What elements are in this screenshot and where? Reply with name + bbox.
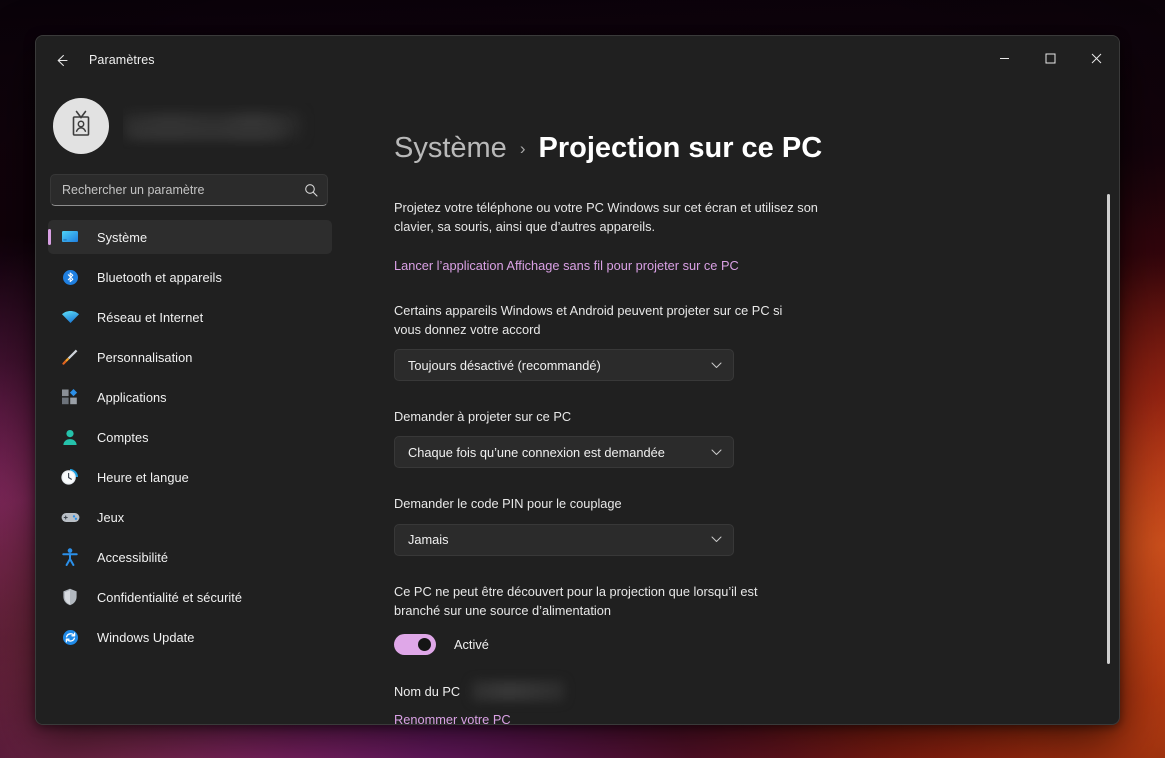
sidebar-item-confidentialite-et-securite[interactable]: Confidentialité et sécurité [48,580,332,614]
sidebar-item-comptes[interactable]: Comptes [48,420,332,454]
monitor-icon [60,228,80,246]
user-name-redacted [123,103,344,149]
sidebar-item-heure-et-langue[interactable]: Heure et langue [48,460,332,494]
maximize-button[interactable] [1027,36,1073,84]
sidebar-item-label: Heure et langue [97,469,189,485]
settings-window: Paramètres Rechercher un paramètre Systè… [35,35,1120,725]
wifi-icon [60,308,80,326]
sidebar-item-personnalisation[interactable]: Personnalisation [48,340,332,374]
sidebar-item-systeme[interactable]: Système [48,220,332,254]
chevron-down-icon [711,362,722,369]
pc-name-row: Nom du PC [394,681,864,701]
pc-name-label: Nom du PC [394,683,461,699]
sidebar-item-windows-update[interactable]: Windows Update [48,620,332,654]
close-icon [1091,51,1102,69]
window-title: Paramètres [89,53,155,67]
ask-to-project-dropdown[interactable]: Chaque fois qu’une connexion est demandé… [394,436,734,469]
page-description: Projetez votre téléphone ou votre PC Win… [394,200,818,235]
setting-power: Ce PC ne peut être découvert pour la pro… [394,582,864,655]
main-content: Système › Projection sur ce PC Projetez … [356,84,1119,724]
sidebar-item-label: Bluetooth et appareils [97,269,222,285]
search-container [50,174,328,206]
bluetooth-icon [60,268,80,286]
shield-icon [60,588,80,606]
page-title: Projection sur ce PC [538,132,823,164]
maximize-icon [1045,51,1056,69]
pc-name-value-redacted [472,681,565,701]
title-bar: Paramètres [36,36,1119,84]
setting-ask-to-project: Demander à projeter sur ce PC Chaque foi… [394,407,864,469]
breadcrumb-parent[interactable]: Système [394,132,507,165]
paintbrush-icon [60,348,80,366]
sidebar-nav: Système Bluetooth et appareils Réseau et… [48,220,344,660]
power-toggle-row: Activé [394,634,864,655]
sidebar-item-applications[interactable]: Applications [48,380,332,414]
sidebar-item-jeux[interactable]: Jeux [48,500,332,534]
power-toggle[interactable] [394,634,436,655]
search-input[interactable] [50,174,328,206]
sidebar-item-label: Accessibilité [97,549,169,565]
avatar [53,98,109,154]
consent-dropdown[interactable]: Toujours désactivé (recommandé) [394,349,734,382]
desktop: Paramètres Rechercher un paramètre Systè… [0,0,1165,758]
sidebar-item-label: Personnalisation [97,349,193,365]
toggle-state-label: Activé [454,637,489,652]
sidebar-item-reseau-et-internet[interactable]: Réseau et Internet [48,300,332,334]
minimize-icon [999,51,1010,69]
sidebar-item-label: Jeux [97,509,125,525]
dropdown-value: Toujours désactivé (recommandé) [408,357,601,373]
back-arrow-icon [53,52,70,69]
sidebar-item-label: Confidentialité et sécurité [97,589,243,605]
sidebar: Système Bluetooth et appareils [36,84,356,724]
apps-icon [60,388,80,406]
setting-label: Demander à projeter sur ce PC [394,409,572,425]
redaction-block-secondary [131,125,281,137]
back-button[interactable] [44,45,78,75]
setting-pin: Demander le code PIN pour le couplage Ja… [394,494,864,556]
sidebar-item-label: Comptes [97,429,149,445]
user-profile[interactable] [48,96,344,156]
update-icon [60,628,80,646]
minimize-button[interactable] [981,36,1027,84]
sidebar-item-label: Système [97,229,148,245]
sidebar-item-bluetooth-et-appareils[interactable]: Bluetooth et appareils [48,260,332,294]
sidebar-item-label: Réseau et Internet [97,309,204,325]
chevron-right-icon: › [519,138,526,158]
breadcrumb: Système › Projection sur ce PC [394,132,864,165]
chevron-down-icon [711,536,722,543]
sidebar-item-label: Applications [97,389,167,405]
chevron-down-icon [711,449,722,456]
launch-wireless-display-link[interactable]: Lancer l’application Affichage sans fil … [394,258,739,273]
setting-label: Demander le code PIN pour le couplage [394,496,622,512]
sidebar-item-label: Windows Update [97,629,195,645]
id-badge-icon [66,108,96,145]
gamepad-icon [60,508,80,526]
search-icon [304,183,318,197]
sidebar-item-accessibilite[interactable]: Accessibilité [48,540,332,574]
rename-pc-link[interactable]: Renommer votre PC [394,712,864,724]
setting-consent: Certains appareils Windows et Android pe… [394,301,864,382]
content-scrollbar[interactable] [1107,194,1110,664]
dropdown-value: Jamais [408,532,449,548]
pin-dropdown[interactable]: Jamais [394,523,734,556]
accessibility-icon [60,548,80,566]
toggle-knob [418,638,431,651]
clock-icon [60,468,80,486]
dropdown-value: Chaque fois qu’une connexion est demandé… [408,444,665,460]
window-controls [981,36,1119,84]
window-body: Système Bluetooth et appareils [36,84,1119,724]
setting-label: Ce PC ne peut être découvert pour la pro… [394,583,758,618]
close-button[interactable] [1073,36,1119,84]
person-icon [60,428,80,446]
setting-label: Certains appareils Windows et Android pe… [394,302,783,338]
